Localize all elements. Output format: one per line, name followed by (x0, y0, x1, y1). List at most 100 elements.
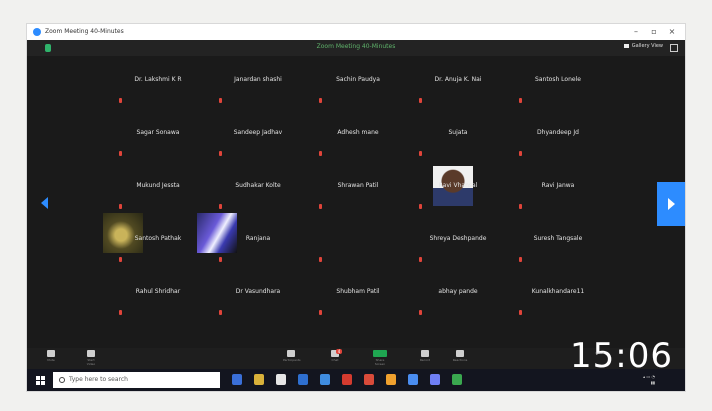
taskbar-search-box[interactable]: Type here to search (53, 372, 220, 388)
meeting-area: Zoom Meeting 40-Minutes Gallery View Dr.… (27, 40, 685, 369)
share-button[interactable]: Share Screen (372, 350, 388, 366)
participant-name: Ranjana (245, 235, 271, 242)
taskbar-app-icon[interactable] (276, 374, 286, 385)
participant-tile[interactable]: Shubham Patil (303, 272, 413, 324)
muted-mic-icon (519, 204, 522, 209)
participant-tile[interactable]: Janardan shashi (203, 60, 313, 112)
close-button[interactable]: × (665, 24, 679, 40)
participants-button[interactable]: Participants (283, 350, 301, 362)
muted-mic-icon (519, 257, 522, 262)
participant-name: Rahul Shridhar (135, 288, 181, 295)
meeting-topbar: Zoom Meeting 40-Minutes Gallery View (27, 40, 685, 56)
maximize-button[interactable]: ▫ (647, 24, 661, 40)
muted-mic-icon (119, 257, 122, 262)
muted-mic-icon (219, 204, 222, 209)
participant-name: Mukund Jessta (136, 182, 180, 189)
taskbar-app-icon[interactable] (408, 374, 418, 385)
participant-tile[interactable]: Dhyandeep Jd (503, 113, 613, 165)
participant-tile[interactable]: Ravi Vhansal (403, 166, 513, 218)
participant-tile[interactable]: Suresh Tangsale (503, 219, 613, 271)
search-icon (59, 377, 65, 383)
record-icon (421, 350, 429, 357)
taskbar-app-icon[interactable] (430, 374, 440, 385)
mic-button[interactable]: Mute (43, 350, 59, 362)
participant-name: Sandeep Jadhav (233, 129, 283, 136)
taskbar-app-icon[interactable] (342, 374, 352, 385)
participant-video-thumbnail (103, 213, 143, 253)
meeting-toolbar: 15:06 Mute Start Video Participants 4 Chat Sh… (27, 336, 685, 369)
participant-tile[interactable]: Sachin Paudya (303, 60, 413, 112)
participant-name: Shrawan Patil (337, 182, 379, 189)
muted-mic-icon (319, 310, 322, 315)
muted-mic-icon (319, 257, 322, 262)
windows-taskbar: Type here to search ▴ ▭ ◔ ▮▮ (27, 369, 685, 391)
muted-mic-icon (119, 151, 122, 156)
previous-page-icon[interactable] (41, 197, 48, 209)
video-button[interactable]: Start Video (83, 350, 99, 366)
participant-name: Dhyandeep Jd (537, 129, 579, 136)
participant-tile[interactable]: Adhesh mane (303, 113, 413, 165)
window-titlebar: Zoom Meeting 40-Minutes – ▫ × (27, 24, 685, 40)
participant-tile[interactable]: Dr Vasundhara (203, 272, 313, 324)
muted-mic-icon (419, 151, 422, 156)
participant-name: Ravi Vhansal (438, 182, 478, 189)
participant-tile[interactable]: Dr. Lakshmi K R (103, 60, 213, 112)
taskbar-app-icon[interactable] (364, 374, 374, 385)
participant-tile[interactable]: Shrawan Patil (303, 166, 413, 218)
muted-mic-icon (119, 98, 122, 103)
participant-name: Shubham Patil (336, 288, 380, 295)
participant-tile[interactable]: Sujata (403, 113, 513, 165)
minimize-button[interactable]: – (629, 24, 643, 40)
muted-mic-icon (119, 310, 122, 315)
record-button[interactable]: Record (417, 350, 433, 362)
participant-tile[interactable]: Shreya Deshpande (403, 219, 513, 271)
participant-tile[interactable]: Rahul Shridhar (103, 272, 213, 324)
participant-name: Dr. Anuja K. Nai (434, 76, 482, 83)
participant-name: Dr Vasundhara (235, 288, 281, 295)
muted-mic-icon (419, 257, 422, 262)
reactions-button[interactable]: Reactions (452, 350, 468, 362)
fullscreen-icon[interactable] (670, 44, 678, 52)
participant-name: Adhesh mane (337, 129, 379, 136)
toolbar-label: Participants (283, 358, 301, 362)
next-page-button[interactable] (657, 182, 685, 226)
participant-tile[interactable] (303, 219, 413, 271)
participant-tile[interactable]: Ravi Janwa (503, 166, 613, 218)
mic-icon (47, 350, 55, 357)
windows-start-icon[interactable] (36, 376, 45, 385)
participant-tile[interactable]: Kunalkhandare11 (503, 272, 613, 324)
taskbar-app-icon[interactable] (232, 374, 242, 385)
muted-mic-icon (519, 98, 522, 103)
participant-tile[interactable]: abhay pande (403, 272, 513, 324)
toolbar-label: Share Screen (374, 358, 386, 366)
muted-mic-icon (419, 204, 422, 209)
search-placeholder: Type here to search (69, 376, 128, 383)
taskbar-app-icon[interactable] (254, 374, 264, 385)
leave-button[interactable]: Leave (592, 350, 608, 360)
taskbar-app-icon[interactable] (320, 374, 330, 385)
participant-tile[interactable]: Sudhakar Kolte (203, 166, 313, 218)
participant-tile[interactable]: Ranjana (197, 213, 313, 271)
participant-tile[interactable]: Mukund Jessta (103, 166, 213, 218)
video-icon (87, 350, 95, 357)
taskbar-app-icon[interactable] (298, 374, 308, 385)
participant-grid: Dr. Lakshmi K R Janardan shashi Sachin Pau… (103, 60, 663, 355)
toolbar-label: Start Video (86, 358, 96, 366)
muted-mic-icon (319, 98, 322, 103)
participant-tile[interactable]: Sagar Sonawa (103, 113, 213, 165)
leave-label: Leave (595, 351, 605, 355)
participant-tile[interactable]: Santosh Lonele (503, 60, 613, 112)
participant-tile[interactable]: Dr. Anuja K. Nai (403, 60, 513, 112)
participant-name: Ravi Janwa (541, 182, 575, 189)
muted-mic-icon (219, 310, 222, 315)
overlay-clock: 15:06 (570, 336, 673, 369)
participant-tile[interactable]: Sandeep Jadhav (203, 113, 313, 165)
toolbar-label: Reactions (452, 358, 468, 362)
muted-mic-icon (519, 151, 522, 156)
muted-mic-icon (419, 98, 422, 103)
chat-button[interactable]: 4 Chat (327, 349, 343, 362)
taskbar-app-icon[interactable] (452, 374, 462, 385)
gallery-view-button[interactable]: Gallery View (624, 43, 663, 49)
toolbar-label: Record (419, 358, 431, 362)
taskbar-app-icon[interactable] (386, 374, 396, 385)
